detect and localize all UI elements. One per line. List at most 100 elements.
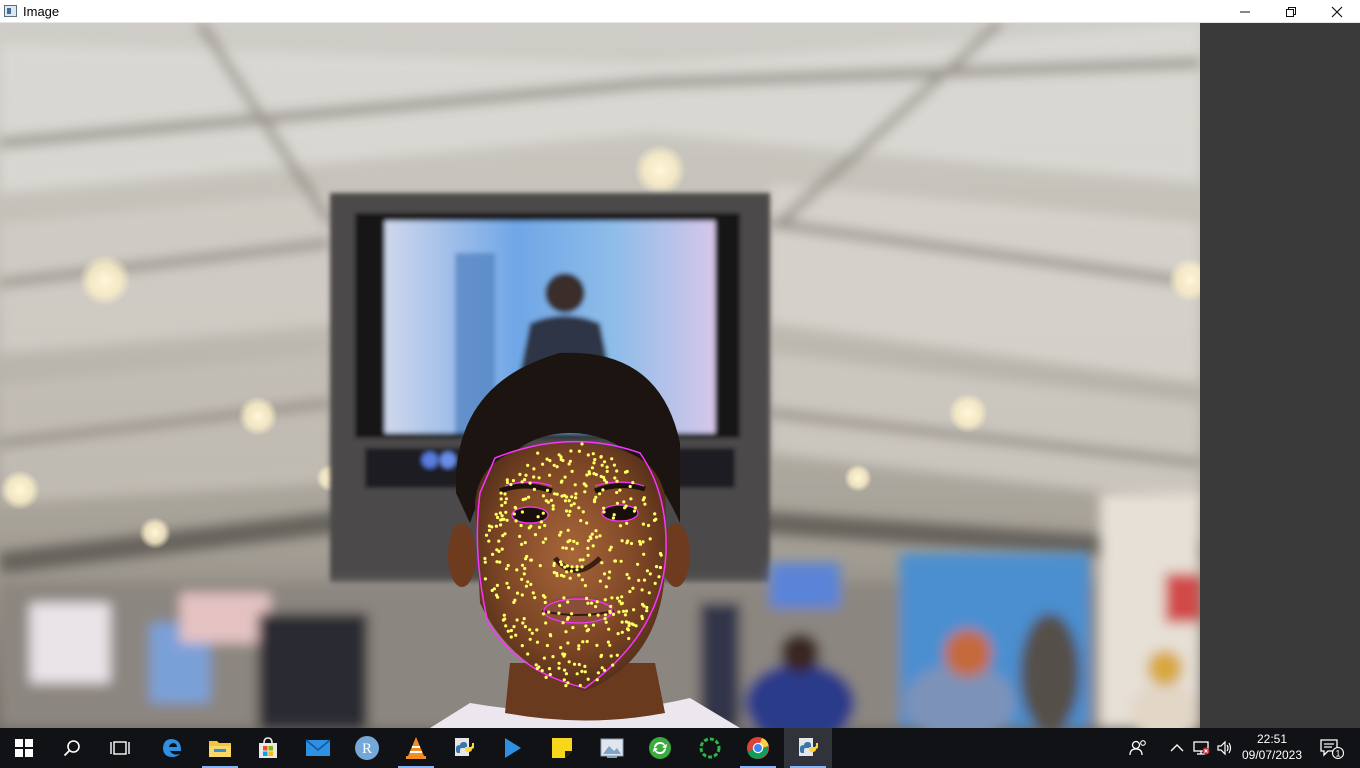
search-button[interactable] — [48, 728, 96, 768]
taskbar-app-store[interactable] — [244, 728, 292, 768]
face-landmark-point — [534, 663, 538, 667]
face-landmark-point — [557, 666, 561, 670]
face-landmark-point — [536, 451, 540, 455]
face-landmark-point — [541, 462, 545, 466]
face-landmark-point — [567, 462, 571, 466]
restore-icon — [1286, 6, 1296, 17]
face-landmark-point — [598, 579, 603, 583]
face-landmark-point — [559, 457, 563, 462]
face-landmark-point — [604, 620, 608, 624]
face-landmark-point — [599, 474, 603, 479]
face-landmark-point — [604, 585, 608, 589]
face-landmark-point — [657, 575, 661, 579]
window-app-icon[interactable] — [4, 5, 17, 17]
face-landmark-point — [551, 507, 555, 511]
taskbar-app-explorer[interactable] — [196, 728, 244, 768]
taskbar-app-sticky[interactable] — [538, 728, 586, 768]
taskbar-app-ring[interactable] — [686, 728, 734, 768]
face-landmark-point — [526, 652, 530, 656]
face-landmark-point — [557, 611, 561, 615]
chrome-icon — [747, 737, 769, 759]
face-landmark-point — [526, 463, 530, 467]
face-landmark-point — [609, 604, 613, 609]
face-landmark-point — [555, 492, 559, 496]
face-landmark-point — [580, 442, 584, 446]
face-landmark-point — [622, 500, 626, 504]
face-landmark-point — [558, 604, 562, 608]
face-landmark-point — [632, 608, 636, 612]
face-landmark-point — [586, 546, 590, 550]
face-landmark-point — [495, 583, 499, 588]
taskbar-app-sync[interactable] — [636, 728, 684, 768]
python-active-icon — [799, 738, 818, 756]
taskbar-app-vlc[interactable] — [392, 728, 440, 768]
taskbar-app-chrome[interactable] — [734, 728, 782, 768]
face-landmark-point — [491, 552, 495, 557]
face-landmark-point — [548, 672, 552, 677]
face-landmark-point — [599, 654, 603, 659]
face-landmark-point — [523, 541, 527, 545]
taskbar-app-r[interactable]: R — [343, 728, 391, 768]
face-landmark-point — [500, 514, 504, 518]
face-landmark-point — [615, 501, 620, 505]
taskbar-app-python[interactable] — [440, 728, 488, 768]
face-landmark-point — [504, 624, 508, 628]
minimize-button[interactable] — [1222, 0, 1268, 23]
tray-network[interactable] — [1189, 728, 1213, 768]
face-landmark-point — [580, 669, 584, 674]
face-landmark-point — [578, 683, 582, 688]
face-landmark-point — [500, 503, 504, 507]
action-center-button[interactable]: 1 — [1310, 728, 1354, 768]
tray-people[interactable] — [1118, 728, 1158, 768]
face-landmark-point — [618, 524, 623, 528]
face-landmark-point — [551, 655, 555, 659]
face-landmark-point — [600, 463, 604, 467]
tray-volume[interactable] — [1213, 728, 1237, 768]
taskbar-app-python-active[interactable] — [784, 728, 832, 768]
close-icon — [1331, 6, 1343, 17]
face-landmark-point — [541, 494, 546, 498]
face-landmark-point — [520, 510, 525, 514]
face-landmark-point — [627, 576, 631, 580]
face-landmark-point — [545, 457, 549, 461]
face-landmark-point — [543, 600, 547, 605]
task-view-button[interactable] — [96, 728, 144, 768]
face-landmark-point — [563, 652, 567, 657]
loading-ring-icon — [699, 737, 721, 759]
taskbar-app-photos[interactable] — [588, 728, 636, 768]
face-landmark-point — [586, 453, 590, 457]
face-landmark-point — [631, 481, 635, 485]
face-landmark-point — [579, 519, 583, 523]
face-landmark-point — [646, 523, 651, 528]
vlc-icon — [406, 737, 426, 759]
clock[interactable]: 22:51 09/07/2023 — [1236, 731, 1308, 763]
face-landmark-point — [498, 560, 502, 564]
face-landmark-point — [507, 586, 511, 590]
restore-button[interactable] — [1268, 0, 1314, 23]
taskbar-app-mail[interactable] — [294, 728, 342, 768]
face-landmark-point — [603, 613, 608, 617]
face-landmark-point — [577, 662, 581, 667]
face-landmark-point — [570, 565, 574, 569]
face-landmark-point — [653, 581, 657, 586]
face-landmark-point — [604, 480, 609, 484]
face-landmark-point — [574, 492, 578, 496]
face-landmark-point — [618, 488, 622, 492]
taskbar-app-media[interactable] — [488, 728, 536, 768]
start-button[interactable] — [0, 728, 48, 768]
face-landmark-point — [544, 621, 548, 625]
face-landmark-point — [523, 566, 527, 571]
face-landmark-point — [659, 553, 663, 557]
face-landmark-point — [561, 621, 565, 625]
tray-overflow-button[interactable] — [1165, 728, 1189, 768]
face-landmark-point — [598, 492, 602, 496]
face-landmark-point — [566, 528, 570, 532]
taskbar-app-edge[interactable] — [148, 728, 196, 768]
face-landmark-point — [566, 600, 570, 604]
title-bar[interactable]: Image — [0, 0, 1360, 23]
chevron-up-icon — [1170, 744, 1184, 752]
close-button[interactable] — [1314, 0, 1360, 23]
face-landmark-point — [591, 544, 595, 548]
face-landmark-point — [528, 628, 532, 632]
face-landmark-point — [524, 473, 528, 477]
